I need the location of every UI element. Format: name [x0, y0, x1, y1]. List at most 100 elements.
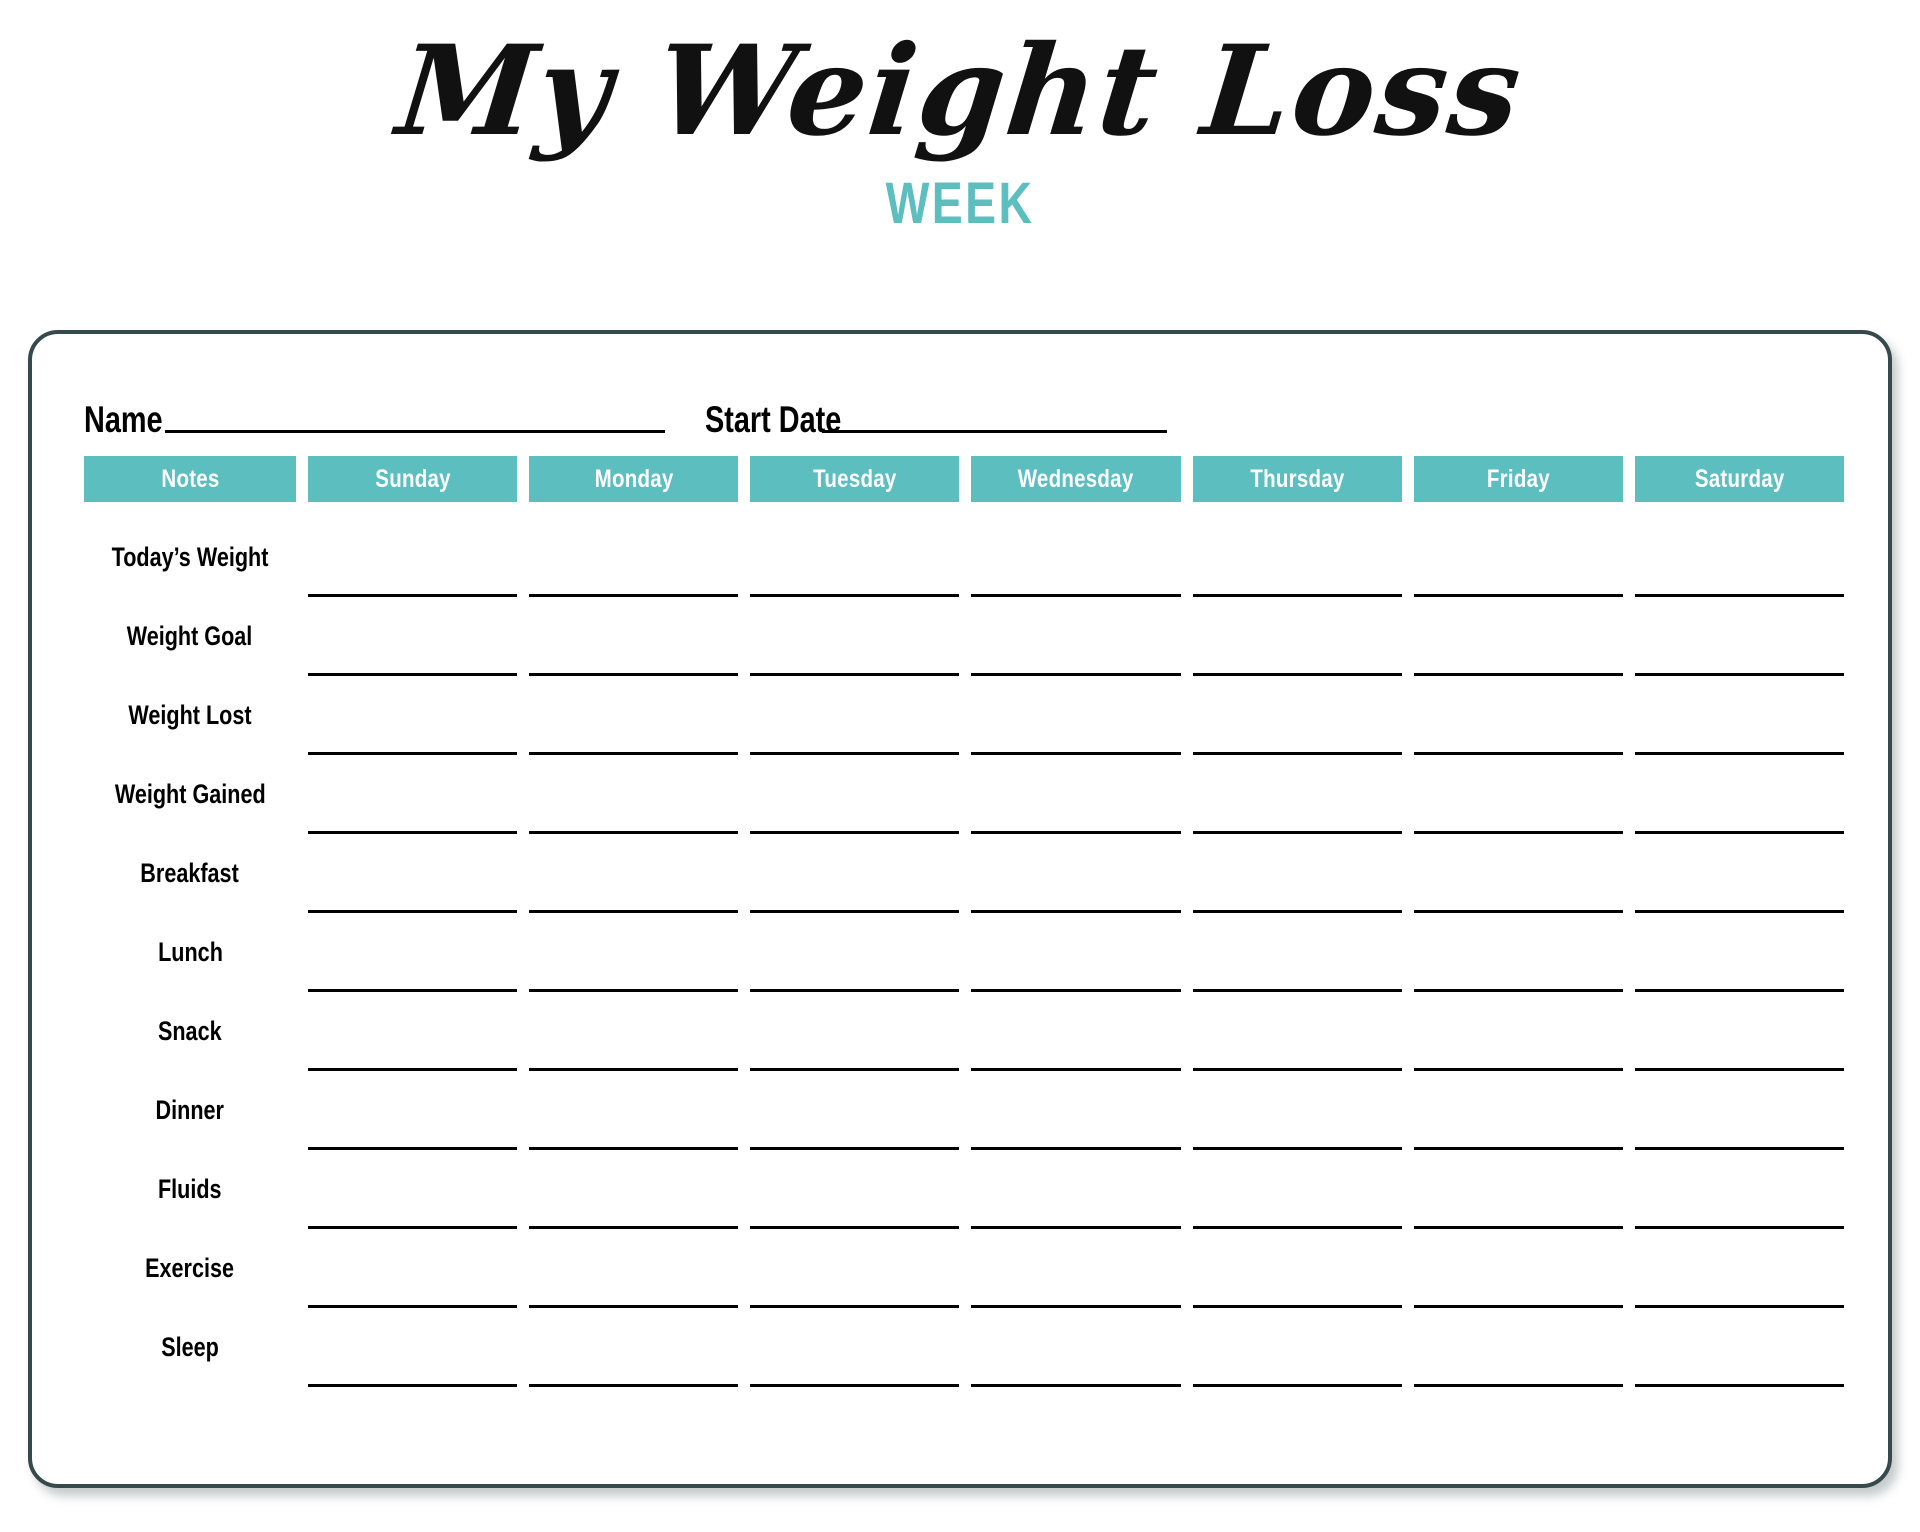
write-in-cell[interactable] — [1192, 834, 1402, 913]
write-in-cell[interactable] — [529, 992, 739, 1071]
table-row: Dinner — [84, 1071, 1844, 1150]
write-in-cell[interactable] — [308, 1150, 518, 1229]
column-header-saturday[interactable]: Saturday — [1634, 456, 1844, 502]
write-in-cell[interactable] — [750, 992, 960, 1071]
start-date-input[interactable] — [821, 430, 1167, 433]
write-in-cell[interactable] — [1634, 1071, 1844, 1150]
write-in-cell[interactable] — [1413, 518, 1623, 597]
write-in-cell[interactable] — [750, 676, 960, 755]
write-in-cell[interactable] — [1413, 913, 1623, 992]
table-row: Weight Lost — [84, 676, 1844, 755]
write-in-cell[interactable] — [1192, 1229, 1402, 1308]
write-in-cell[interactable] — [1413, 834, 1623, 913]
write-in-cell[interactable] — [1634, 913, 1844, 992]
write-in-cell[interactable] — [529, 518, 739, 597]
write-in-cell[interactable] — [750, 755, 960, 834]
write-in-cell[interactable] — [1192, 755, 1402, 834]
write-in-cell[interactable] — [971, 1150, 1181, 1229]
write-in-cell[interactable] — [529, 597, 739, 676]
write-in-cell[interactable] — [1634, 1150, 1844, 1229]
write-in-cell[interactable] — [1192, 597, 1402, 676]
write-in-cell[interactable] — [971, 992, 1181, 1071]
write-in-cell[interactable] — [1192, 1071, 1402, 1150]
write-in-cell[interactable] — [1413, 755, 1623, 834]
write-in-cell[interactable] — [971, 518, 1181, 597]
write-in-cell[interactable] — [529, 1308, 739, 1387]
write-in-cell[interactable] — [529, 676, 739, 755]
write-in-cell[interactable] — [308, 1071, 518, 1150]
write-in-cell[interactable] — [1413, 1229, 1623, 1308]
write-in-line — [971, 1384, 1181, 1387]
write-in-cell[interactable] — [308, 1229, 518, 1308]
write-in-cell[interactable] — [308, 597, 518, 676]
column-header-notes[interactable]: Notes — [84, 456, 296, 502]
column-header-label: Sunday — [374, 464, 451, 493]
write-in-cell[interactable] — [308, 913, 518, 992]
write-in-cell[interactable] — [971, 1308, 1181, 1387]
write-in-cell[interactable] — [1634, 1308, 1844, 1387]
write-in-cell[interactable] — [308, 755, 518, 834]
table-row: Breakfast — [84, 834, 1844, 913]
write-in-cell[interactable] — [971, 1229, 1181, 1308]
write-in-cell[interactable] — [1192, 1308, 1402, 1387]
write-in-cell[interactable] — [750, 913, 960, 992]
column-header-friday[interactable]: Friday — [1413, 456, 1623, 502]
write-in-cell[interactable] — [971, 1071, 1181, 1150]
column-header-tuesday[interactable]: Tuesday — [750, 456, 960, 502]
column-header-thursday[interactable]: Thursday — [1192, 456, 1402, 502]
write-in-cell[interactable] — [750, 597, 960, 676]
write-in-cell[interactable] — [1413, 1308, 1623, 1387]
write-in-cell[interactable] — [1634, 597, 1844, 676]
write-in-cell[interactable] — [1634, 992, 1844, 1071]
column-header-wednesday[interactable]: Wednesday — [971, 456, 1181, 502]
write-in-cell[interactable] — [971, 834, 1181, 913]
write-in-cell[interactable] — [1413, 1071, 1623, 1150]
write-in-cell[interactable] — [1192, 1150, 1402, 1229]
row-label-lunch: Lunch — [84, 913, 296, 992]
write-in-cell[interactable] — [750, 1229, 960, 1308]
row-label-fluids: Fluids — [84, 1150, 296, 1229]
write-in-cell[interactable] — [971, 913, 1181, 992]
write-in-cell[interactable] — [750, 1150, 960, 1229]
write-in-cell[interactable] — [1192, 676, 1402, 755]
table-row: Today’s Weight — [84, 518, 1844, 597]
write-in-cell[interactable] — [971, 755, 1181, 834]
write-in-cell[interactable] — [1634, 1229, 1844, 1308]
write-in-cell[interactable] — [750, 1071, 960, 1150]
column-header-monday[interactable]: Monday — [529, 456, 739, 502]
write-in-cell[interactable] — [529, 1150, 739, 1229]
write-in-cell[interactable] — [308, 676, 518, 755]
write-in-cell[interactable] — [529, 913, 739, 992]
write-in-cell[interactable] — [1413, 992, 1623, 1071]
column-header-label: Wednesday — [1018, 464, 1134, 493]
write-in-cell[interactable] — [1634, 834, 1844, 913]
write-in-cell[interactable] — [1634, 518, 1844, 597]
write-in-cell[interactable] — [971, 676, 1181, 755]
write-in-cell[interactable] — [308, 518, 518, 597]
name-input[interactable] — [164, 430, 665, 433]
title-block: My Weight Loss WEEK — [0, 0, 1920, 233]
write-in-cell[interactable] — [529, 1229, 739, 1308]
write-in-cell[interactable] — [308, 1308, 518, 1387]
write-in-cell[interactable] — [750, 518, 960, 597]
write-in-cell[interactable] — [529, 834, 739, 913]
write-in-cell[interactable] — [1413, 597, 1623, 676]
write-in-cell[interactable] — [1192, 913, 1402, 992]
write-in-cell[interactable] — [1634, 676, 1844, 755]
write-in-cell[interactable] — [750, 834, 960, 913]
write-in-cell[interactable] — [529, 755, 739, 834]
write-in-cell[interactable] — [1413, 1150, 1623, 1229]
write-in-cell[interactable] — [308, 834, 518, 913]
write-in-cell[interactable] — [1192, 992, 1402, 1071]
row-label-sleep: Sleep — [84, 1308, 296, 1387]
write-in-cell[interactable] — [1413, 676, 1623, 755]
write-in-cell[interactable] — [1634, 755, 1844, 834]
write-in-cell[interactable] — [308, 992, 518, 1071]
write-in-cell[interactable] — [971, 597, 1181, 676]
table-row: Weight Gained — [84, 755, 1844, 834]
column-header-sunday[interactable]: Sunday — [308, 456, 518, 502]
write-in-cell[interactable] — [1192, 518, 1402, 597]
write-in-cell[interactable] — [750, 1308, 960, 1387]
write-in-cell[interactable] — [529, 1071, 739, 1150]
row-label-dinner: Dinner — [84, 1071, 296, 1150]
